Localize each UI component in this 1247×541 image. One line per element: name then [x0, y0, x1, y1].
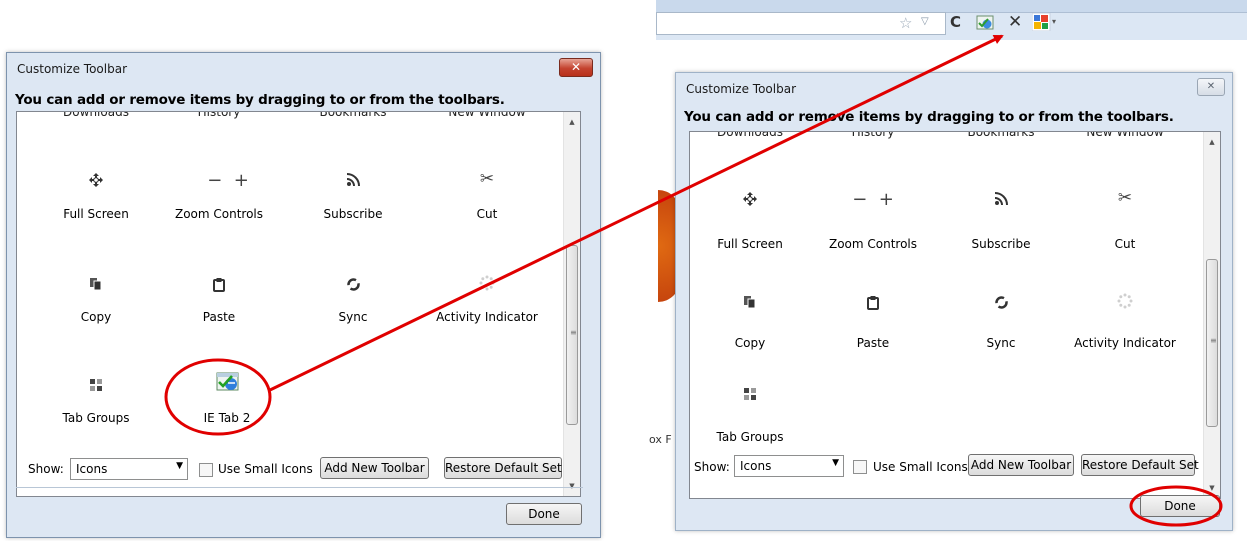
drag-arrow: [269, 34, 1004, 392]
highlight-ie-tab-ellipse: [164, 358, 272, 436]
annotation-overlay: [164, 34, 1223, 527]
highlight-done-ellipse: [1129, 485, 1223, 527]
